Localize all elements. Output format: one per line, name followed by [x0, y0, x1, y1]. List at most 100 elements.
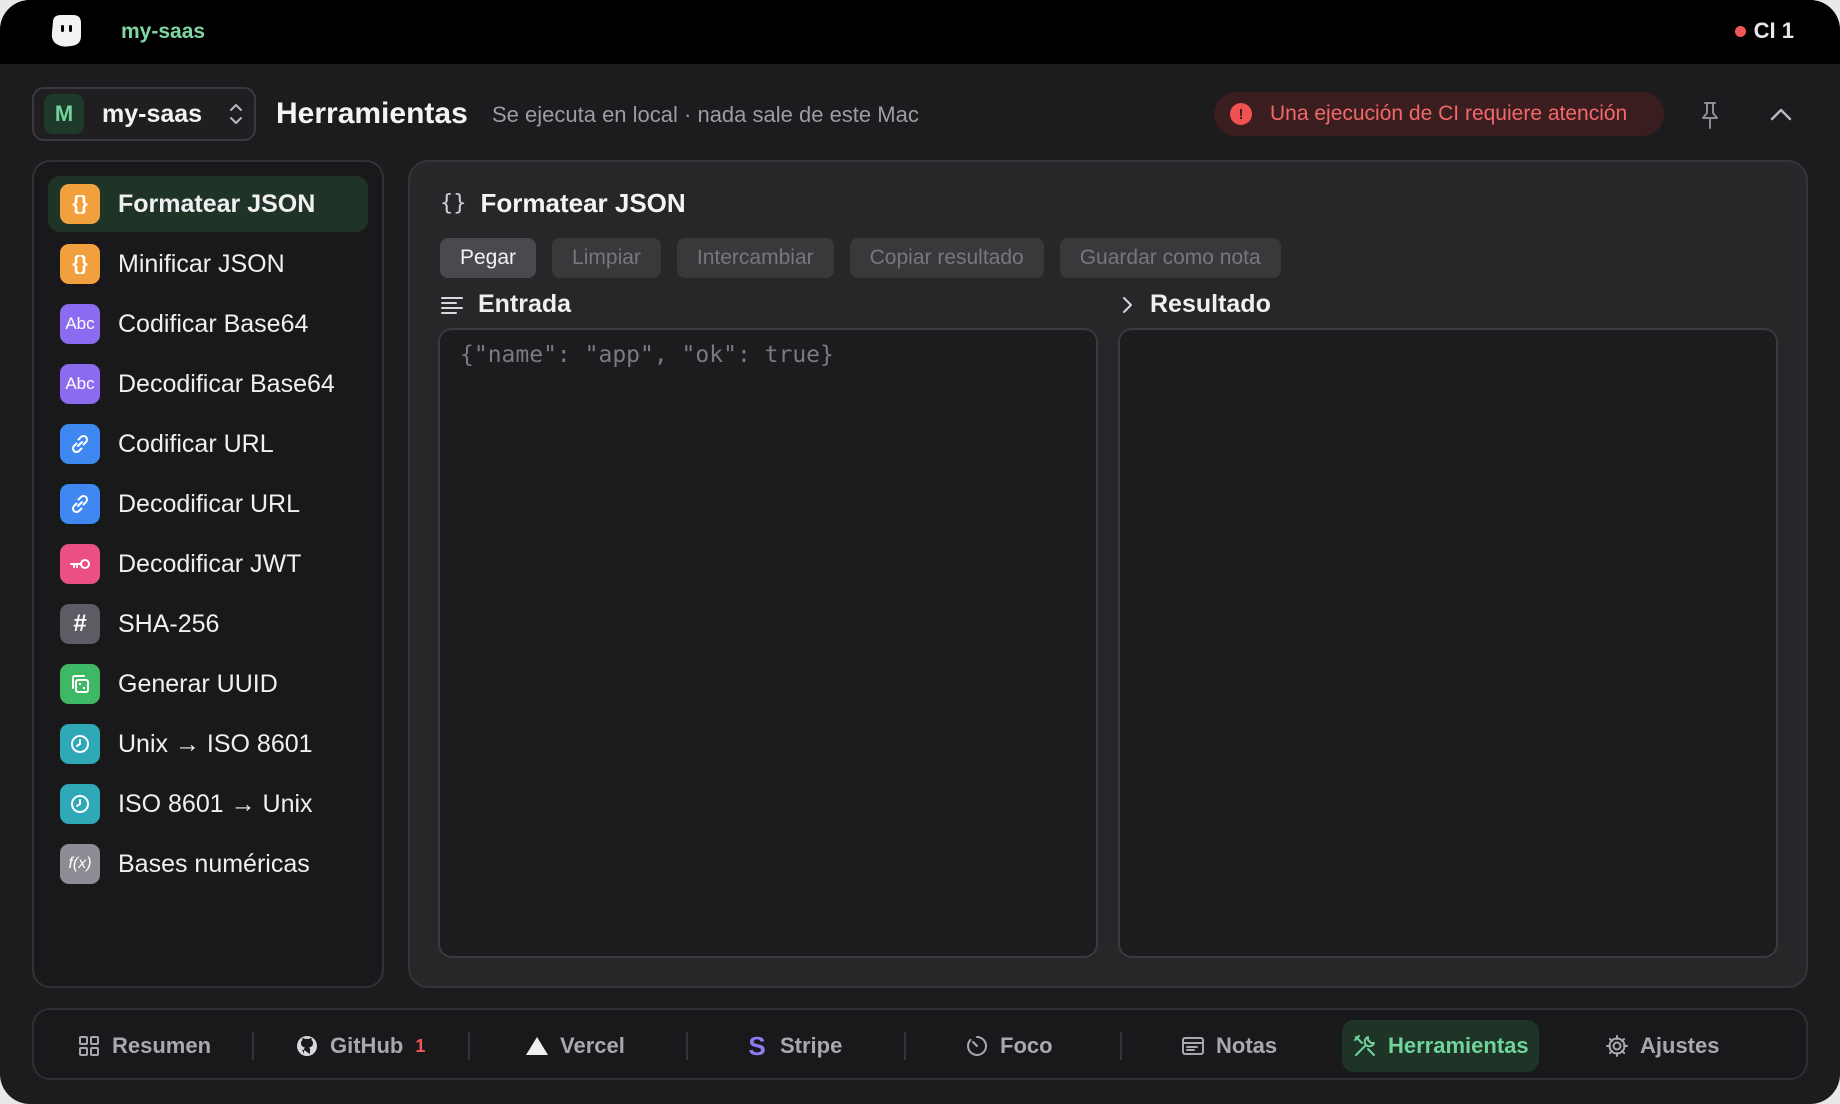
tool-panel: {} Formatear JSON Pegar Limpiar Intercam… — [408, 160, 1808, 988]
nav-label: GitHub — [330, 1033, 404, 1058]
sidebar-item-generar-uuid[interactable]: Generar UUID — [48, 656, 368, 712]
clock-icon — [60, 784, 100, 824]
grid-icon — [76, 1033, 102, 1059]
nav-item-ajustes[interactable]: Ajustes — [1594, 1020, 1729, 1072]
ci-status-indicator[interactable]: CI 1 — [1734, 18, 1794, 44]
sidebar-item-unix-to-iso[interactable]: Unix → ISO 8601 — [48, 716, 368, 772]
triangle-icon — [524, 1033, 550, 1059]
app-window: my-saas CI 1 M my-saas Herramientas Se e… — [0, 0, 1840, 1104]
sidebar-item-minificar-json[interactable]: {} Minificar JSON — [48, 236, 368, 292]
chevron-up-icon[interactable] — [1766, 102, 1796, 128]
output-textarea[interactable] — [1120, 330, 1776, 956]
sidebar-item-label: Generar UUID — [118, 669, 278, 698]
sidebar-item-label: ISO 8601 → Unix — [118, 789, 313, 818]
text-lines-icon — [441, 296, 463, 314]
sidebar-item-label: Codificar URL — [118, 429, 274, 458]
link-icon — [60, 484, 100, 524]
nav-label: Notas — [1216, 1033, 1278, 1058]
sidebar-item-label: Bases numéricas — [118, 849, 310, 878]
clear-button[interactable]: Limpiar — [552, 238, 661, 278]
nav-item-foco[interactable]: Foco — [954, 1020, 1063, 1072]
topbar-project-name[interactable]: my-saas — [121, 20, 205, 44]
nav-label: Ajustes — [1640, 1033, 1720, 1058]
note-icon — [1180, 1033, 1206, 1059]
pin-icon[interactable] — [1696, 99, 1724, 131]
stripe-icon: S — [748, 1030, 766, 1061]
project-selector-label: my-saas — [102, 99, 203, 128]
key-icon — [60, 544, 100, 584]
panel-toolbar: Pegar Limpiar Intercambiar Copiar result… — [440, 238, 1281, 278]
sidebar-item-decodificar-url[interactable]: Decodificar URL — [48, 476, 368, 532]
save-as-note-button[interactable]: Guardar como nota — [1059, 238, 1281, 278]
text-abc-icon: Abc — [60, 304, 100, 344]
top-bar: my-saas CI 1 — [0, 0, 1840, 64]
nav-separator — [1120, 1032, 1122, 1060]
nav-item-stripe[interactable]: S Stripe — [734, 1020, 852, 1072]
sidebar-item-codificar-base64[interactable]: Abc Codificar Base64 — [48, 296, 368, 352]
sidebar-item-label: Minificar JSON — [118, 249, 285, 278]
ci-status-label: CI 1 — [1753, 18, 1794, 43]
input-textarea[interactable] — [440, 330, 1096, 956]
nav-label: Stripe — [780, 1033, 843, 1058]
nav-separator — [252, 1032, 254, 1060]
sidebar-item-codificar-url[interactable]: Codificar URL — [48, 416, 368, 472]
output-label-text: Resultado — [1150, 290, 1271, 318]
dice-icon — [60, 664, 100, 704]
sidebar-item-iso-to-unix[interactable]: ISO 8601 → Unix — [48, 776, 368, 832]
sidebar-item-label: Decodificar Base64 — [118, 369, 335, 398]
output-pane-label: Resultado — [1120, 290, 1271, 319]
github-icon — [294, 1033, 320, 1059]
nav-separator — [904, 1032, 906, 1060]
function-icon: f(x) — [60, 844, 100, 884]
nav-item-herramientas[interactable]: Herramientas — [1342, 1020, 1539, 1072]
sidebar-item-formatear-json[interactable]: {} Formatear JSON — [48, 176, 368, 232]
nav-item-github[interactable]: GitHub 1 — [284, 1020, 435, 1072]
sidebar-item-decodificar-base64[interactable]: Abc Decodificar Base64 — [48, 356, 368, 412]
chevron-right-icon — [1123, 296, 1132, 313]
nav-item-resumen[interactable]: Resumen — [66, 1020, 221, 1072]
paste-button[interactable]: Pegar — [440, 238, 537, 278]
sidebar-item-label: Formatear JSON — [118, 189, 316, 218]
sidebar-item-label: Decodificar URL — [118, 489, 301, 518]
nav-label: Vercel — [560, 1033, 625, 1058]
ci-alert-banner[interactable]: ! Una ejecución de CI requiere atención — [1214, 92, 1664, 136]
nav-separator — [468, 1032, 470, 1060]
sidebar-item-sha-256[interactable]: # SHA-256 — [48, 596, 368, 652]
sidebar-item-label: Decodificar JWT — [118, 549, 302, 578]
panel-title-text: Formatear JSON — [480, 188, 686, 218]
input-pane-label: Entrada — [440, 290, 571, 319]
github-badge: 1 — [415, 1035, 426, 1056]
braces-icon: {} — [440, 191, 467, 216]
sidebar-item-decodificar-jwt[interactable]: Decodificar JWT — [48, 536, 368, 592]
app-logo-icon[interactable] — [47, 12, 85, 50]
chevron-up-down-icon — [230, 104, 242, 124]
braces-icon: {} — [60, 184, 100, 224]
link-icon — [60, 424, 100, 464]
sidebar-item-bases-numericas[interactable]: f(x) Bases numéricas — [48, 836, 368, 892]
nav-item-notas[interactable]: Notas — [1170, 1020, 1287, 1072]
tools-icon — [1352, 1033, 1378, 1059]
output-pane — [1118, 328, 1778, 958]
sidebar-item-label: Codificar Base64 — [118, 309, 309, 338]
braces-icon: {} — [60, 244, 100, 284]
input-label-text: Entrada — [478, 290, 572, 318]
nav-label: Resumen — [112, 1033, 212, 1058]
sidebar-item-label: SHA-256 — [118, 609, 220, 638]
swap-button[interactable]: Intercambiar — [676, 238, 834, 278]
project-selector[interactable]: M my-saas — [32, 87, 256, 141]
nav-separator — [686, 1032, 688, 1060]
hash-icon: # — [60, 604, 100, 644]
nav-item-vercel[interactable]: Vercel — [514, 1020, 635, 1072]
alert-icon: ! — [1230, 103, 1252, 125]
gear-icon — [1604, 1033, 1630, 1059]
nav-label: Foco — [1000, 1033, 1053, 1058]
ci-status-dot — [1734, 25, 1746, 37]
input-pane — [438, 328, 1098, 958]
timer-icon — [964, 1033, 990, 1059]
page-subtitle: Se ejecuta en local · nada sale de este … — [492, 102, 919, 127]
clock-icon — [60, 724, 100, 764]
tools-sidebar: {} Formatear JSON {} Minificar JSON Abc … — [32, 160, 384, 988]
copy-result-button[interactable]: Copiar resultado — [849, 238, 1044, 278]
bottom-nav: Resumen GitHub 1 Vercel S Stripe Foco No… — [32, 1008, 1808, 1080]
nav-label: Herramientas — [1388, 1033, 1529, 1058]
